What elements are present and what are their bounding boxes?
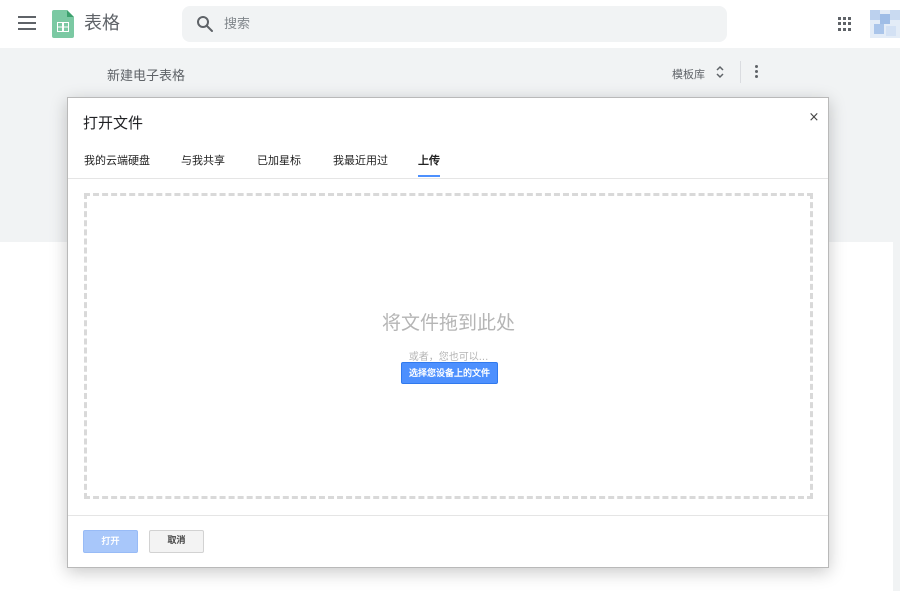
alternative-text: 或者，您也可以... [408,352,489,363]
footer-divider [68,515,828,516]
tab-recent[interactable]: 我最近用过 [333,152,388,177]
scrollbar-track[interactable] [893,242,900,591]
tab-starred[interactable]: 已加星标 [257,152,301,177]
unfold-more-icon[interactable] [714,64,726,80]
tab-upload[interactable]: 上传 [418,152,440,177]
main-menu-icon[interactable] [18,16,36,32]
cancel-button[interactable]: 取消 [149,530,204,553]
search-input[interactable] [224,6,704,42]
select-file-button[interactable]: 选择您设备上的文件 [401,362,498,384]
top-app-bar: 表格 [0,0,900,48]
template-gallery-button[interactable]: 模板库 [672,66,705,82]
search-bar[interactable] [182,6,727,42]
app-title[interactable]: 表格 [84,13,120,35]
search-icon[interactable] [196,15,214,33]
more-vert-icon[interactable] [755,65,759,79]
tab-shared-with-me[interactable]: 与我共享 [181,152,225,177]
google-apps-icon[interactable] [838,17,852,31]
dialog-tabs: 我的云端硬盘 与我共享 已加星标 我最近用过 上传 [68,147,828,179]
sheets-logo-icon[interactable] [52,10,74,38]
divider [740,61,741,83]
tab-my-drive[interactable]: 我的云端硬盘 [84,152,150,177]
open-file-dialog: 打开文件 × 我的云端硬盘 与我共享 已加星标 我最近用过 上传 将文件拖到此处… [67,97,829,568]
drop-files-heading: 将文件拖到此处 [381,312,515,334]
upload-drop-zone[interactable]: 将文件拖到此处 或者，您也可以... 选择您设备上的文件 [84,193,813,499]
account-avatar[interactable] [870,10,900,38]
new-spreadsheet-label: 新建电子表格 [107,69,186,84]
close-dialog-button[interactable]: × [806,110,822,126]
open-button[interactable]: 打开 [83,530,138,553]
dialog-title: 打开文件 [83,114,144,132]
